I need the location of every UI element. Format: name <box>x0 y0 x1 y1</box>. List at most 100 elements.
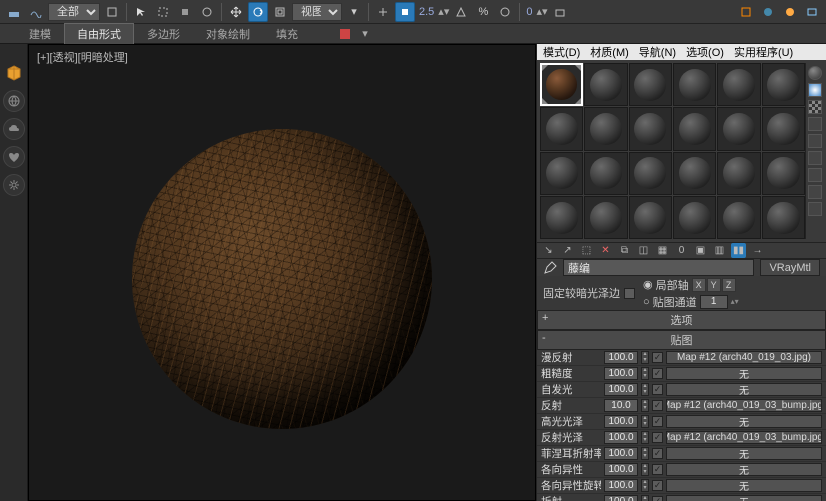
map-amount-spinner[interactable]: 100.0 <box>604 479 638 492</box>
material-slot[interactable] <box>673 107 716 150</box>
tab-object-paint[interactable]: 对象绘制 <box>193 23 263 45</box>
ribbon-icon[interactable] <box>335 24 355 44</box>
radio-mapchannel[interactable]: ○ <box>643 296 650 308</box>
cube-icon[interactable] <box>3 62 25 84</box>
show-in-vp-icon[interactable]: ▣ <box>693 243 708 258</box>
make-unique-icon[interactable]: ◫ <box>636 243 651 258</box>
material-slot[interactable] <box>673 152 716 195</box>
fixed-dark-checkbox[interactable] <box>624 288 635 299</box>
put-to-scene-icon[interactable]: ↗ <box>560 243 575 258</box>
assign-icon[interactable]: ⬚ <box>579 243 594 258</box>
cloud-icon[interactable] <box>3 118 25 140</box>
material-slot[interactable] <box>584 196 627 239</box>
heart-icon[interactable] <box>3 146 25 168</box>
put-to-lib-icon[interactable]: ▦ <box>655 243 670 258</box>
material-slot[interactable] <box>717 107 760 150</box>
spinner-buttons[interactable]: ▴▾ <box>641 415 649 428</box>
map-amount-spinner[interactable]: 100.0 <box>604 383 638 396</box>
options-icon[interactable] <box>808 168 822 182</box>
material-slot[interactable] <box>629 196 672 239</box>
map-enable-checkbox[interactable]: ✓ <box>652 464 663 475</box>
tool-icon[interactable] <box>175 2 195 22</box>
map-enable-checkbox[interactable]: ✓ <box>652 352 663 363</box>
angle-snap-icon[interactable] <box>451 2 471 22</box>
material-slot[interactable] <box>629 152 672 195</box>
rollup-maps[interactable]: -贴图 <box>537 330 826 350</box>
sample-type-icon[interactable] <box>808 66 822 80</box>
spinner-buttons[interactable]: ▴▾ <box>641 463 649 476</box>
spinner-buttons[interactable]: ▴▾ <box>641 495 649 501</box>
coord-select[interactable]: 视图 <box>292 3 342 21</box>
tool-icon[interactable] <box>550 2 570 22</box>
map-amount-spinner[interactable]: 100.0 <box>604 495 638 501</box>
spinner-value[interactable]: 2.5 <box>417 6 436 18</box>
viewport-label[interactable]: [+][透视][明暗处理] <box>37 49 128 65</box>
menu-material[interactable]: 材质(M) <box>590 44 629 60</box>
map-channel-spinner[interactable]: 1 <box>700 295 728 309</box>
menu-navigate[interactable]: 导航(N) <box>639 44 676 60</box>
map-amount-spinner[interactable]: 100.0 <box>604 415 638 428</box>
ribbon-dropdown-icon[interactable]: ▾ <box>355 24 375 44</box>
video-check-icon[interactable] <box>808 134 822 148</box>
clone-icon[interactable]: ⧉ <box>617 243 632 258</box>
background-icon[interactable] <box>808 100 822 114</box>
material-slot[interactable] <box>540 152 583 195</box>
tool-icon[interactable] <box>26 2 46 22</box>
material-slot[interactable] <box>540 196 583 239</box>
mat-map-nav-icon[interactable] <box>808 202 822 216</box>
material-slot[interactable] <box>762 107 805 150</box>
tab-modeling[interactable]: 建模 <box>16 23 64 45</box>
snap-icon[interactable] <box>373 2 393 22</box>
map-slot-button[interactable]: Map #12 (arch40_019_03_bump.jpg) <box>666 431 822 444</box>
map-slot-button[interactable]: 无 <box>666 367 822 380</box>
spinner-buttons[interactable]: ▴▾ <box>641 447 649 460</box>
spinner-buttons[interactable]: ▴▾ <box>641 479 649 492</box>
material-slot[interactable] <box>540 107 583 150</box>
material-slot[interactable] <box>762 152 805 195</box>
backlight-icon[interactable] <box>808 83 822 97</box>
tool-icon[interactable] <box>758 2 778 22</box>
select-icon[interactable] <box>131 2 151 22</box>
material-slot[interactable] <box>629 63 672 106</box>
map-enable-checkbox[interactable]: ✓ <box>652 496 663 501</box>
globe-icon[interactable] <box>3 90 25 112</box>
material-slot[interactable] <box>762 63 805 106</box>
map-enable-checkbox[interactable]: ✓ <box>652 416 663 427</box>
map-enable-checkbox[interactable]: ✓ <box>652 400 663 411</box>
map-amount-spinner[interactable]: 100.0 <box>604 447 638 460</box>
tool-icon[interactable] <box>4 2 24 22</box>
tab-populate[interactable]: 填充 <box>263 23 311 45</box>
preview-icon[interactable] <box>808 151 822 165</box>
render-icon[interactable] <box>780 2 800 22</box>
gear-icon[interactable] <box>3 174 25 196</box>
spinner-buttons[interactable]: ▴▾ <box>641 399 649 412</box>
material-slot[interactable] <box>629 107 672 150</box>
move-icon[interactable] <box>226 2 246 22</box>
map-enable-checkbox[interactable]: ✓ <box>652 384 663 395</box>
axis-y-button[interactable]: Y <box>707 278 721 292</box>
menu-utilities[interactable]: 实用程序(U) <box>734 44 793 60</box>
map-amount-spinner[interactable]: 10.0 <box>604 399 638 412</box>
material-slot[interactable] <box>717 196 760 239</box>
percent-snap-icon[interactable]: % <box>473 2 493 22</box>
tool-icon[interactable] <box>102 2 122 22</box>
tool-icon[interactable] <box>197 2 217 22</box>
material-type-button[interactable]: VRayMtl <box>760 259 820 276</box>
layer-select[interactable]: 全部 <box>48 3 100 21</box>
map-amount-spinner[interactable]: 100.0 <box>604 367 638 380</box>
radio-local[interactable]: ◉ <box>643 278 653 291</box>
snap-icon[interactable] <box>395 2 415 22</box>
viewport-object[interactable] <box>132 129 432 429</box>
map-amount-spinner[interactable]: 100.0 <box>604 351 638 364</box>
map-amount-spinner[interactable]: 100.0 <box>604 431 638 444</box>
map-slot-button[interactable]: 无 <box>666 463 822 476</box>
map-enable-checkbox[interactable]: ✓ <box>652 368 663 379</box>
spinner-value[interactable]: 0 <box>524 6 534 18</box>
viewport[interactable]: [+][透视][明暗处理] <box>28 44 536 501</box>
spinner-buttons[interactable]: ▴▾ <box>641 367 649 380</box>
show-end-icon[interactable]: ▥ <box>712 243 727 258</box>
scale-icon[interactable] <box>270 2 290 22</box>
material-slot[interactable] <box>584 63 627 106</box>
spinner-buttons[interactable]: ▴▾ <box>641 431 649 444</box>
tab-polygon[interactable]: 多边形 <box>134 23 193 45</box>
